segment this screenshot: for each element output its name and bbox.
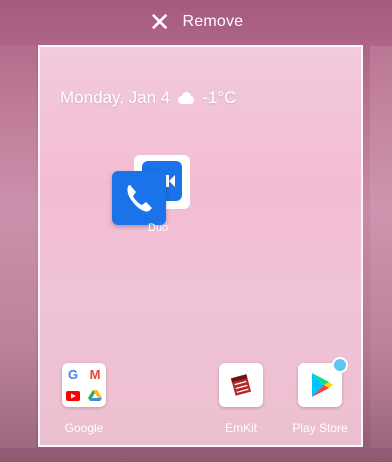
play-store-app[interactable]: Play Store <box>285 357 355 435</box>
play-store-label: Play Store <box>292 421 348 435</box>
remove-label: Remove <box>182 13 244 30</box>
phone-icon <box>127 185 152 212</box>
cloud-icon <box>176 92 196 104</box>
drive-icon <box>84 385 106 407</box>
close-icon: ✕ <box>148 7 171 37</box>
date-weather-widget[interactable]: Monday, Jan 4 -1°C <box>60 88 236 108</box>
google-folder-label: Google <box>64 421 104 435</box>
google-folder[interactable]: G M Google <box>49 363 119 435</box>
emkit-app[interactable]: EmKit <box>206 363 276 435</box>
emkit-icon <box>219 363 263 407</box>
remove-bar[interactable]: ✕ Remove <box>0 0 392 44</box>
duo-label: Duo <box>148 222 169 234</box>
notification-dot-icon <box>332 357 348 373</box>
duo-phone-tile <box>112 171 166 225</box>
previous-page-preview[interactable] <box>0 46 36 448</box>
date-text: Monday, Jan 4 <box>60 88 171 107</box>
emkit-label: EmKit <box>224 421 257 435</box>
play-store-icon <box>298 357 348 407</box>
google-g-icon: G <box>67 366 79 382</box>
next-page-preview[interactable] <box>370 46 392 448</box>
gmail-icon: M <box>89 366 101 382</box>
temperature-text: -1°C <box>202 88 237 107</box>
google-folder-icon: G M <box>62 363 106 407</box>
youtube-icon <box>62 385 84 407</box>
